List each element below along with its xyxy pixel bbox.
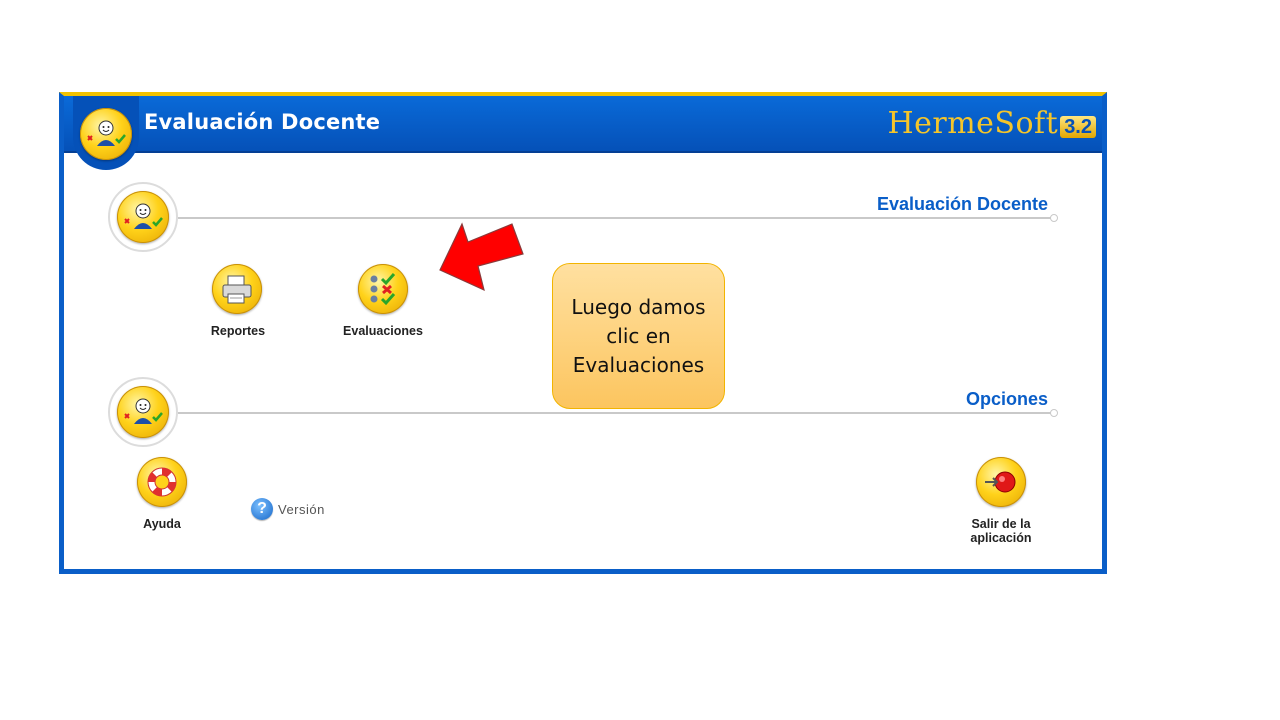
section-divider-opciones — [178, 412, 1053, 414]
section-title-opciones: Opciones — [965, 389, 1048, 409]
section-title-evaluacion: Evaluación Docente — [876, 194, 1048, 214]
section-divider-end — [1050, 409, 1058, 417]
app-header: Evaluación Docente HermeSoft 3.2 — [64, 96, 1102, 170]
checklist-icon — [358, 264, 408, 314]
question-icon: ? — [251, 498, 273, 520]
salir-label: Salir de la aplicación — [970, 517, 1032, 545]
red-arrow-annotation — [439, 222, 524, 292]
reportes-label: Reportes — [210, 324, 266, 338]
brand-name: HermeSoft — [887, 106, 1059, 141]
teacher-evaluation-icon — [80, 108, 132, 160]
evaluaciones-label: Evaluaciones — [343, 324, 423, 338]
section-divider-end — [1050, 214, 1058, 222]
header-title: Evaluación Docente — [144, 110, 381, 134]
ayuda-label: Ayuda — [143, 517, 181, 531]
version-link[interactable]: ? Versión — [251, 498, 325, 520]
exit-icon — [976, 457, 1026, 507]
annotation-callout: Luego damos clic en Evaluaciones — [552, 263, 725, 409]
printer-icon — [212, 264, 262, 314]
version-label: Versión — [278, 501, 325, 517]
header-icon-tab — [73, 96, 139, 170]
section-divider-evaluacion — [178, 217, 1053, 219]
lifebuoy-icon — [137, 457, 187, 507]
brand-version: 3.2 — [1060, 116, 1096, 138]
brand-logo: HermeSoft 3.2 — [887, 106, 1096, 146]
slide: Evaluación Docente HermeSoft 3.2 Evaluac… — [0, 0, 1280, 720]
section-evaluacion-icon — [117, 191, 169, 243]
section-opciones-icon — [117, 386, 169, 438]
